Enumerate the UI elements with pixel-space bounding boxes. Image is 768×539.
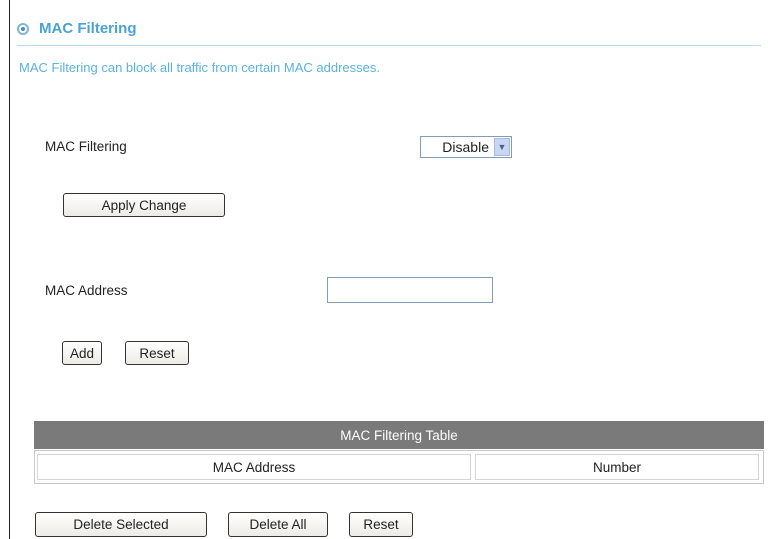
reset-address-button[interactable]: Reset bbox=[125, 341, 189, 365]
apply-change-button[interactable]: Apply Change bbox=[63, 193, 225, 217]
page-title: MAC Filtering bbox=[39, 20, 137, 37]
mac-address-label: MAC Address bbox=[45, 283, 128, 298]
header-divider bbox=[17, 45, 761, 46]
column-header-mac-address: MAC Address bbox=[37, 454, 471, 480]
frame-border bbox=[9, 0, 10, 539]
add-button[interactable]: Add bbox=[62, 341, 102, 365]
delete-selected-button[interactable]: Delete Selected bbox=[35, 512, 207, 537]
mac-filtering-label: MAC Filtering bbox=[45, 139, 127, 154]
mac-filtering-select[interactable]: Disable ▼ bbox=[420, 136, 512, 158]
chevron-down-icon[interactable]: ▼ bbox=[494, 138, 510, 156]
reset-table-button[interactable]: Reset bbox=[349, 512, 413, 537]
delete-all-button[interactable]: Delete All bbox=[228, 512, 328, 537]
column-header-number: Number bbox=[475, 454, 759, 480]
mac-filtering-select-value: Disable bbox=[442, 139, 489, 155]
bullet-circle-icon bbox=[17, 23, 29, 35]
table-header-row: MAC Address Number bbox=[34, 450, 764, 484]
page-description: MAC Filtering can block all traffic from… bbox=[19, 60, 380, 75]
table-title: MAC Filtering Table bbox=[34, 421, 764, 449]
mac-address-input[interactable] bbox=[327, 277, 493, 303]
